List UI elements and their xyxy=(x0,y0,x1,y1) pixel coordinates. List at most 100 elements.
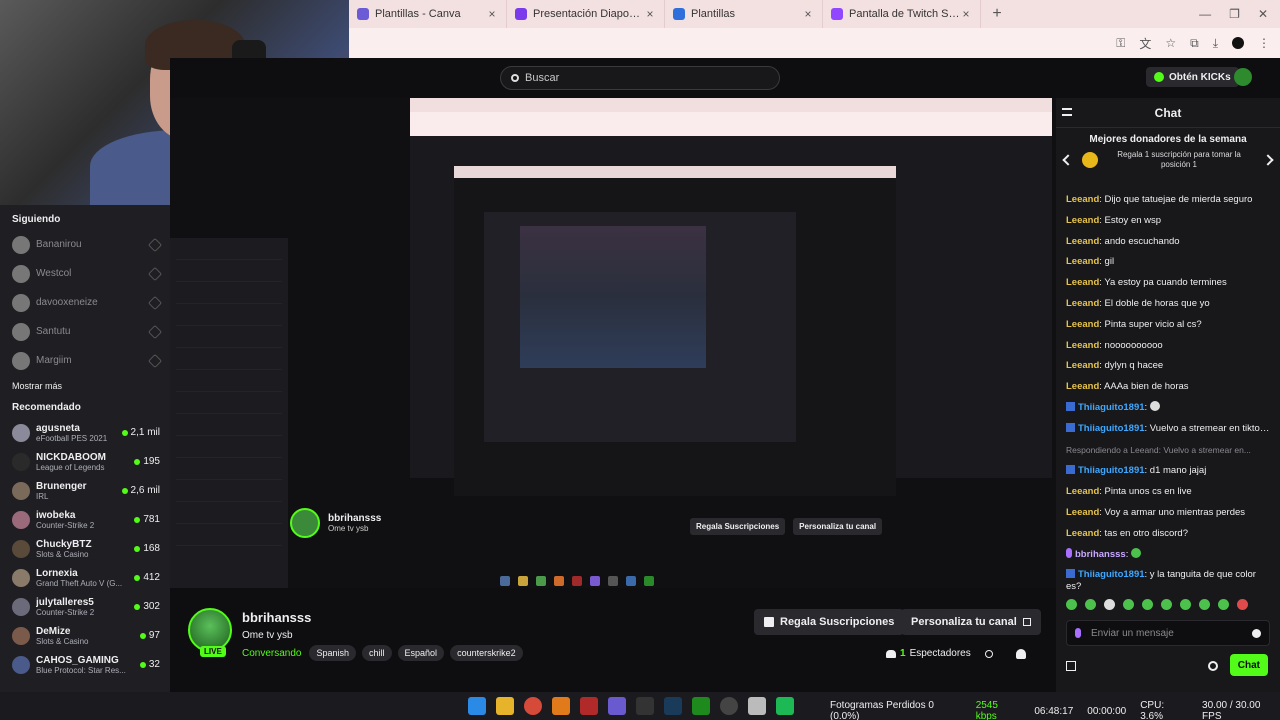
recommended-item[interactable]: DeMize Slots & Casino 97 xyxy=(0,621,170,650)
recommended-item[interactable]: agusneta eFootball PES 2021 2,1 mil xyxy=(0,418,170,447)
close-icon[interactable]: × xyxy=(802,7,814,21)
chat-username[interactable]: Leeand xyxy=(1066,507,1099,518)
maximize-icon[interactable]: ❐ xyxy=(1229,7,1240,21)
channel-category: Grand Theft Auto V (G... xyxy=(36,578,123,588)
vlc-icon[interactable] xyxy=(552,697,570,715)
gear-icon[interactable] xyxy=(1208,661,1218,671)
following-item[interactable]: Margiim xyxy=(0,346,170,375)
chat-text: ando escuchando xyxy=(1104,235,1180,247)
chat-username[interactable]: Thiiaguito1891 xyxy=(1078,465,1145,476)
chat-username[interactable]: Leeand xyxy=(1066,236,1099,247)
chat-username[interactable]: Thiiaguito1891 xyxy=(1078,423,1145,434)
valorant-icon[interactable] xyxy=(580,697,598,715)
recommended-item[interactable]: iwobeka Counter-Strike 2 781 xyxy=(0,505,170,534)
download-icon[interactable]: ⤓ xyxy=(1213,36,1218,51)
minimize-icon[interactable]: — xyxy=(1199,7,1211,21)
stream-category[interactable]: Conversando xyxy=(242,648,301,659)
emote-icon[interactable] xyxy=(1199,598,1210,610)
xbox-icon[interactable] xyxy=(692,697,710,715)
obs-icon[interactable] xyxy=(720,697,738,715)
chat-username[interactable]: Leeand xyxy=(1066,194,1099,205)
following-item[interactable]: Bananirou xyxy=(0,230,170,259)
emote-icon[interactable] xyxy=(1237,598,1248,610)
chat-username[interactable]: Leeand xyxy=(1066,528,1099,539)
chat-username[interactable]: Leeand xyxy=(1066,298,1099,309)
recommended-item[interactable]: CAHOS_GAMING Blue Protocol: Star Res... 3… xyxy=(0,650,170,679)
get-kicks-button[interactable]: Obtén KICKs xyxy=(1146,67,1239,87)
profile-icon[interactable] xyxy=(1232,37,1244,49)
menu-icon[interactable]: ⋮ xyxy=(1258,36,1270,50)
emote-icon[interactable] xyxy=(1218,598,1229,610)
streamer-name[interactable]: bbrihansss xyxy=(242,610,311,625)
recommended-item[interactable]: ChuckyBTZ Slots & Casino 168 xyxy=(0,534,170,563)
emote-icon[interactable] xyxy=(1085,598,1096,610)
new-tab-button[interactable]: + xyxy=(987,5,1007,23)
chat-username[interactable]: Leeand xyxy=(1066,381,1099,392)
emote-icon[interactable] xyxy=(1142,598,1153,610)
file-explorer-icon[interactable] xyxy=(496,697,514,715)
browser-tabbar: Plantillas - Canva × Presentación Diapos… xyxy=(349,0,1280,28)
chat-input[interactable]: Enviar un mensaje xyxy=(1066,620,1270,646)
chat-username[interactable]: Leeand xyxy=(1066,256,1099,267)
show-more-link[interactable]: Mostrar más xyxy=(0,375,170,397)
gift-icon[interactable] xyxy=(1066,661,1076,671)
close-icon[interactable]: × xyxy=(486,7,498,21)
emote-icon[interactable] xyxy=(1180,598,1191,610)
emote-icon[interactable] xyxy=(1104,598,1115,610)
emote-icon[interactable] xyxy=(1123,598,1134,610)
notes-icon[interactable] xyxy=(748,697,766,715)
recommended-item[interactable]: Lornexia Grand Theft Auto V (G... 412 xyxy=(0,563,170,592)
personalize-channel-button[interactable]: Personaliza tu canal xyxy=(901,609,1041,635)
chat-send-button[interactable]: Chat xyxy=(1229,654,1268,676)
epic-games-icon[interactable] xyxy=(636,697,654,715)
emoji-icon[interactable] xyxy=(1252,628,1261,638)
chat-username[interactable]: Leeand xyxy=(1066,319,1099,330)
channel-name: julytalleres5 xyxy=(36,596,94,608)
chat-username[interactable]: Thiiaguito1891 xyxy=(1078,402,1145,413)
chat-username[interactable]: Leeand xyxy=(1066,340,1099,351)
tag[interactable]: Español xyxy=(397,645,445,661)
collapse-chat-icon[interactable] xyxy=(1062,108,1072,116)
gift-subscriptions-button[interactable]: Regala Suscripciones xyxy=(754,609,905,635)
close-icon[interactable]: × xyxy=(960,7,972,21)
share-icon[interactable] xyxy=(985,650,993,658)
tag[interactable]: chill xyxy=(362,645,392,661)
key-icon[interactable]: ⚿ xyxy=(1116,36,1125,51)
recommended-item[interactable]: Brunenger IRL 2,6 mil xyxy=(0,476,170,505)
chat-username[interactable]: Leeand xyxy=(1066,360,1099,371)
browser-tab-twitch[interactable]: Pantalla de Twitch Streaming G × xyxy=(823,0,981,28)
following-item[interactable]: davooxeneize xyxy=(0,288,170,317)
bookmark-star-icon[interactable]: ☆ xyxy=(1165,36,1176,50)
emote-icon[interactable] xyxy=(1161,598,1172,610)
discord-icon[interactable] xyxy=(608,697,626,715)
following-item[interactable]: Santutu xyxy=(0,317,170,346)
recommended-item[interactable]: julytalleres5 Counter-Strike 2 302 xyxy=(0,592,170,621)
user-avatar[interactable] xyxy=(1234,68,1252,86)
follow-icon[interactable] xyxy=(1016,649,1026,659)
steam-icon[interactable] xyxy=(664,697,682,715)
tag[interactable]: counterskrike2 xyxy=(450,645,523,661)
emote-icon[interactable] xyxy=(1066,598,1077,610)
tag[interactable]: Spanish xyxy=(309,645,357,661)
chat-username[interactable]: Leeand xyxy=(1066,486,1099,497)
close-icon[interactable]: × xyxy=(644,7,656,21)
close-window-icon[interactable]: ✕ xyxy=(1258,7,1268,21)
recommended-item[interactable]: NICKDABOOM League of Legends 195 xyxy=(0,447,170,476)
search-input[interactable]: Buscar xyxy=(500,66,780,90)
chat-username[interactable]: Thiiaguito1891 xyxy=(1078,569,1145,580)
translate-icon[interactable]: 文 xyxy=(1139,35,1151,52)
chevron-left-icon[interactable] xyxy=(1062,154,1074,166)
following-item[interactable]: Westcol xyxy=(0,259,170,288)
chat-username[interactable]: bbrihansss xyxy=(1075,549,1126,560)
browser-tab-canva[interactable]: Plantillas - Canva × xyxy=(349,0,507,28)
browser-tab-presentation[interactable]: Presentación Diapositivas Portf × xyxy=(507,0,665,28)
chrome-icon[interactable] xyxy=(524,697,542,715)
spotify-icon[interactable] xyxy=(776,697,794,715)
video-player[interactable]: bbrihansss Ome tv ysb Regala Suscripcion… xyxy=(170,98,1056,588)
chevron-right-icon[interactable] xyxy=(1262,154,1274,166)
windows-start-icon[interactable] xyxy=(468,697,486,715)
extensions-icon[interactable]: ⧉ xyxy=(1190,36,1199,51)
chat-username[interactable]: Leeand xyxy=(1066,277,1099,288)
browser-tab-templates[interactable]: Plantillas × xyxy=(665,0,823,28)
chat-username[interactable]: Leeand xyxy=(1066,215,1099,226)
